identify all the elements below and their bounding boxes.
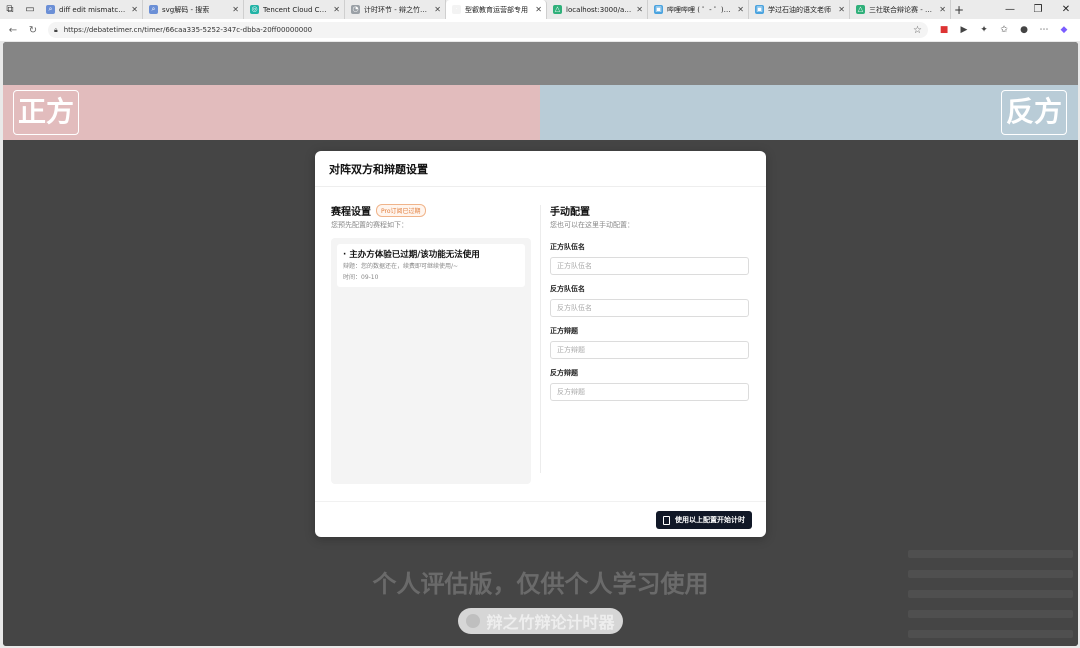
negative-label: 反方 (1000, 90, 1067, 135)
affirmative-label: 正方 (13, 90, 80, 135)
negative-topic-input[interactable] (550, 383, 749, 401)
modal-header: 对阵双方和辩题设置 (315, 151, 766, 187)
tab-favicon-icon: ◔ (351, 5, 360, 14)
affirmative-team-label: 正方队伍名 (550, 243, 585, 251)
browser-tab-strip: ⧉ ▭ ⌕diff edit mismatch - 搜✕⌕svg解码 - 搜索✕… (0, 0, 1080, 19)
tab-close-icon[interactable]: ✕ (636, 5, 643, 14)
workspaces-icon[interactable]: ⧉ (0, 0, 20, 19)
favorites-icon[interactable]: ✩ (994, 22, 1014, 38)
browser-tab[interactable]: ⌕ diff edit mismatch - 搜✕ (40, 0, 143, 19)
browser-tab[interactable]: · 型叡教育运营部专用 ✕ (446, 0, 547, 19)
tab-close-icon[interactable]: ✕ (333, 5, 340, 14)
tab-close-icon[interactable]: ✕ (737, 5, 744, 14)
tab-title: diff edit mismatch - 搜 (59, 5, 128, 14)
browser-tab[interactable]: ⌕ svg解码 - 搜索 ✕ (143, 0, 244, 19)
url-field[interactable]: 🔒︎ https://debatetimer.cn/timer/66caa335… (48, 22, 928, 38)
browser-tab[interactable]: ◎ Tencent Cloud Code A ✕ (244, 0, 345, 19)
modal-title: 对阵双方和辩题设置 (329, 162, 428, 176)
schedule-card-topic: 辩题：您的数据还在，续费即可继续使用/~ (343, 263, 459, 270)
top-band (3, 42, 1078, 85)
window-controls: — ❐ ✕ (996, 0, 1080, 19)
vertical-tabs-icon[interactable]: ▭ (20, 0, 40, 19)
negative-team-label: 反方队伍名 (550, 285, 585, 293)
profile-avatar-icon[interactable]: ● (1014, 22, 1034, 38)
start-timer-label: 使用以上配置开始计时 (675, 516, 745, 524)
tab-favicon-icon: ▣ (755, 5, 764, 14)
modal-footer: 使用以上配置开始计时 (315, 501, 766, 537)
affirmative-team-input[interactable] (550, 257, 749, 275)
tab-favicon-icon: ⌕ (46, 5, 55, 14)
schedule-title: 赛程设置 (331, 206, 371, 218)
tab-title: 哔哩哔哩 ( ゜- ゜)つロ (667, 5, 734, 14)
schedule-card[interactable]: · 主办方体验已过期/该功能无法使用 辩题：您的数据还在，续费即可继续使用/~ … (337, 244, 525, 287)
watermark-text: 个人评估版，仅供个人学习使用 (372, 569, 709, 598)
negative-team-input[interactable] (550, 299, 749, 317)
tab-close-icon[interactable]: ✕ (434, 5, 441, 14)
restore-button[interactable]: ❐ (1024, 0, 1052, 19)
schedule-card-time: 时间：09-10 (343, 274, 379, 281)
tab-favicon-icon: · (452, 5, 461, 14)
brand-name: 辩之竹辩论计时器 (486, 613, 615, 632)
browser-tab[interactable]: ▣ 学过石油的语文老师 ✕ (749, 0, 850, 19)
tab-title: 学过石油的语文老师 (768, 5, 831, 14)
tab-close-icon[interactable]: ✕ (535, 5, 542, 14)
tab-close-icon[interactable]: ✕ (838, 5, 845, 14)
refresh-icon[interactable]: ↻ (26, 23, 40, 37)
browser-tab[interactable]: ▣ 哔哩哔哩 ( ゜- ゜)つロ ✕ (648, 0, 749, 19)
negative-topic-label: 反方辩题 (550, 369, 578, 377)
tab-favicon-icon: △ (856, 5, 865, 14)
manual-title: 手动配置 (550, 206, 590, 218)
new-tab-button[interactable]: + (951, 3, 967, 17)
more-menu-icon[interactable]: ⋯ (1034, 22, 1054, 38)
browser-tab[interactable]: △ localhost:3000/admin ✕ (547, 0, 648, 19)
document-icon (663, 515, 670, 525)
affirmative-topic-label: 正方辩题 (550, 327, 578, 335)
tab-close-icon[interactable]: ✕ (131, 5, 138, 14)
tab-title: 型叡教育运营部专用 (465, 5, 528, 14)
manual-subtitle: 您也可以在这里手动配置： (550, 221, 634, 229)
browser-tab[interactable]: △ 三社联合辩论赛 - 专业 ✕ (850, 0, 951, 19)
modal-body: 赛程设置 Pro订阅已过期 您预先配置的赛程如下： · 主办方体验已过期/该功能… (315, 187, 766, 501)
tab-close-icon[interactable]: ✕ (939, 5, 946, 14)
tab-favicon-icon: ⌕ (149, 5, 158, 14)
schedule-list: · 主办方体验已过期/该功能无法使用 辩题：您的数据还在，续费即可继续使用/~ … (331, 238, 531, 484)
pro-expired-badge[interactable]: Pro订阅已过期 (376, 203, 426, 217)
browser-tab[interactable]: ◔ 计时环节 - 辩之竹辩论 ✕ (345, 0, 446, 19)
tab-title: 三社联合辩论赛 - 专业 (869, 5, 936, 14)
copilot-icon[interactable]: ◆ (1054, 22, 1074, 38)
tab-favicon-icon: △ (553, 5, 562, 14)
tab-favicon-icon: ◎ (250, 5, 259, 14)
affirmative-topic-input[interactable] (550, 341, 749, 359)
tab-title: svg解码 - 搜索 (162, 5, 210, 14)
schedule-column: 赛程设置 Pro订阅已过期 您预先配置的赛程如下： · 主办方体验已过期/该功能… (331, 203, 531, 484)
page-viewport: 正方 反方 个人评估版，仅供个人学习使用 辩之竹辩论计时器 对阵双方和辩题设置 … (3, 42, 1078, 646)
schedule-header: 赛程设置 Pro订阅已过期 (331, 203, 531, 218)
negative-bar (540, 85, 1078, 140)
tab-title: 计时环节 - 辩之竹辩论 (364, 5, 431, 14)
tab-title: Tencent Cloud Code A (263, 5, 329, 14)
affirmative-bar (3, 85, 540, 140)
schedule-card-title: · 主办方体验已过期/该功能无法使用 (343, 250, 480, 260)
bamboo-logo-icon (466, 614, 481, 628)
start-timer-button[interactable]: 使用以上配置开始计时 (656, 511, 752, 529)
extension-icon[interactable]: ■ (934, 22, 954, 38)
setup-modal: 对阵双方和辩题设置 赛程设置 Pro订阅已过期 您预先配置的赛程如下： · 主办… (315, 151, 766, 537)
close-window-button[interactable]: ✕ (1052, 0, 1080, 19)
column-divider (540, 205, 541, 473)
play-icon[interactable]: ▶ (954, 22, 974, 38)
minimize-button[interactable]: — (996, 0, 1024, 19)
tab-close-icon[interactable]: ✕ (232, 5, 239, 14)
schedule-subtitle: 您预先配置的赛程如下： (331, 221, 408, 229)
brand-pill: 辩之竹辩论计时器 (458, 608, 623, 634)
address-bar-row: ← ↻ 🔒︎ https://debatetimer.cn/timer/66ca… (0, 19, 1080, 41)
manual-config-column: 手动配置 您也可以在这里手动配置： 正方队伍名 反方队伍名 正方辩题 反方辩题 (550, 203, 750, 401)
lock-icon: 🔒︎ (54, 25, 58, 34)
tab-favicon-icon: ▣ (654, 5, 663, 14)
favorite-star-icon[interactable]: ☆ (913, 25, 922, 36)
tab-title: localhost:3000/admin (566, 5, 632, 14)
back-icon[interactable]: ← (6, 23, 20, 37)
url-text: https://debatetimer.cn/timer/66caa335-52… (63, 26, 313, 34)
puzzle-icon[interactable]: ✦ (974, 22, 994, 38)
